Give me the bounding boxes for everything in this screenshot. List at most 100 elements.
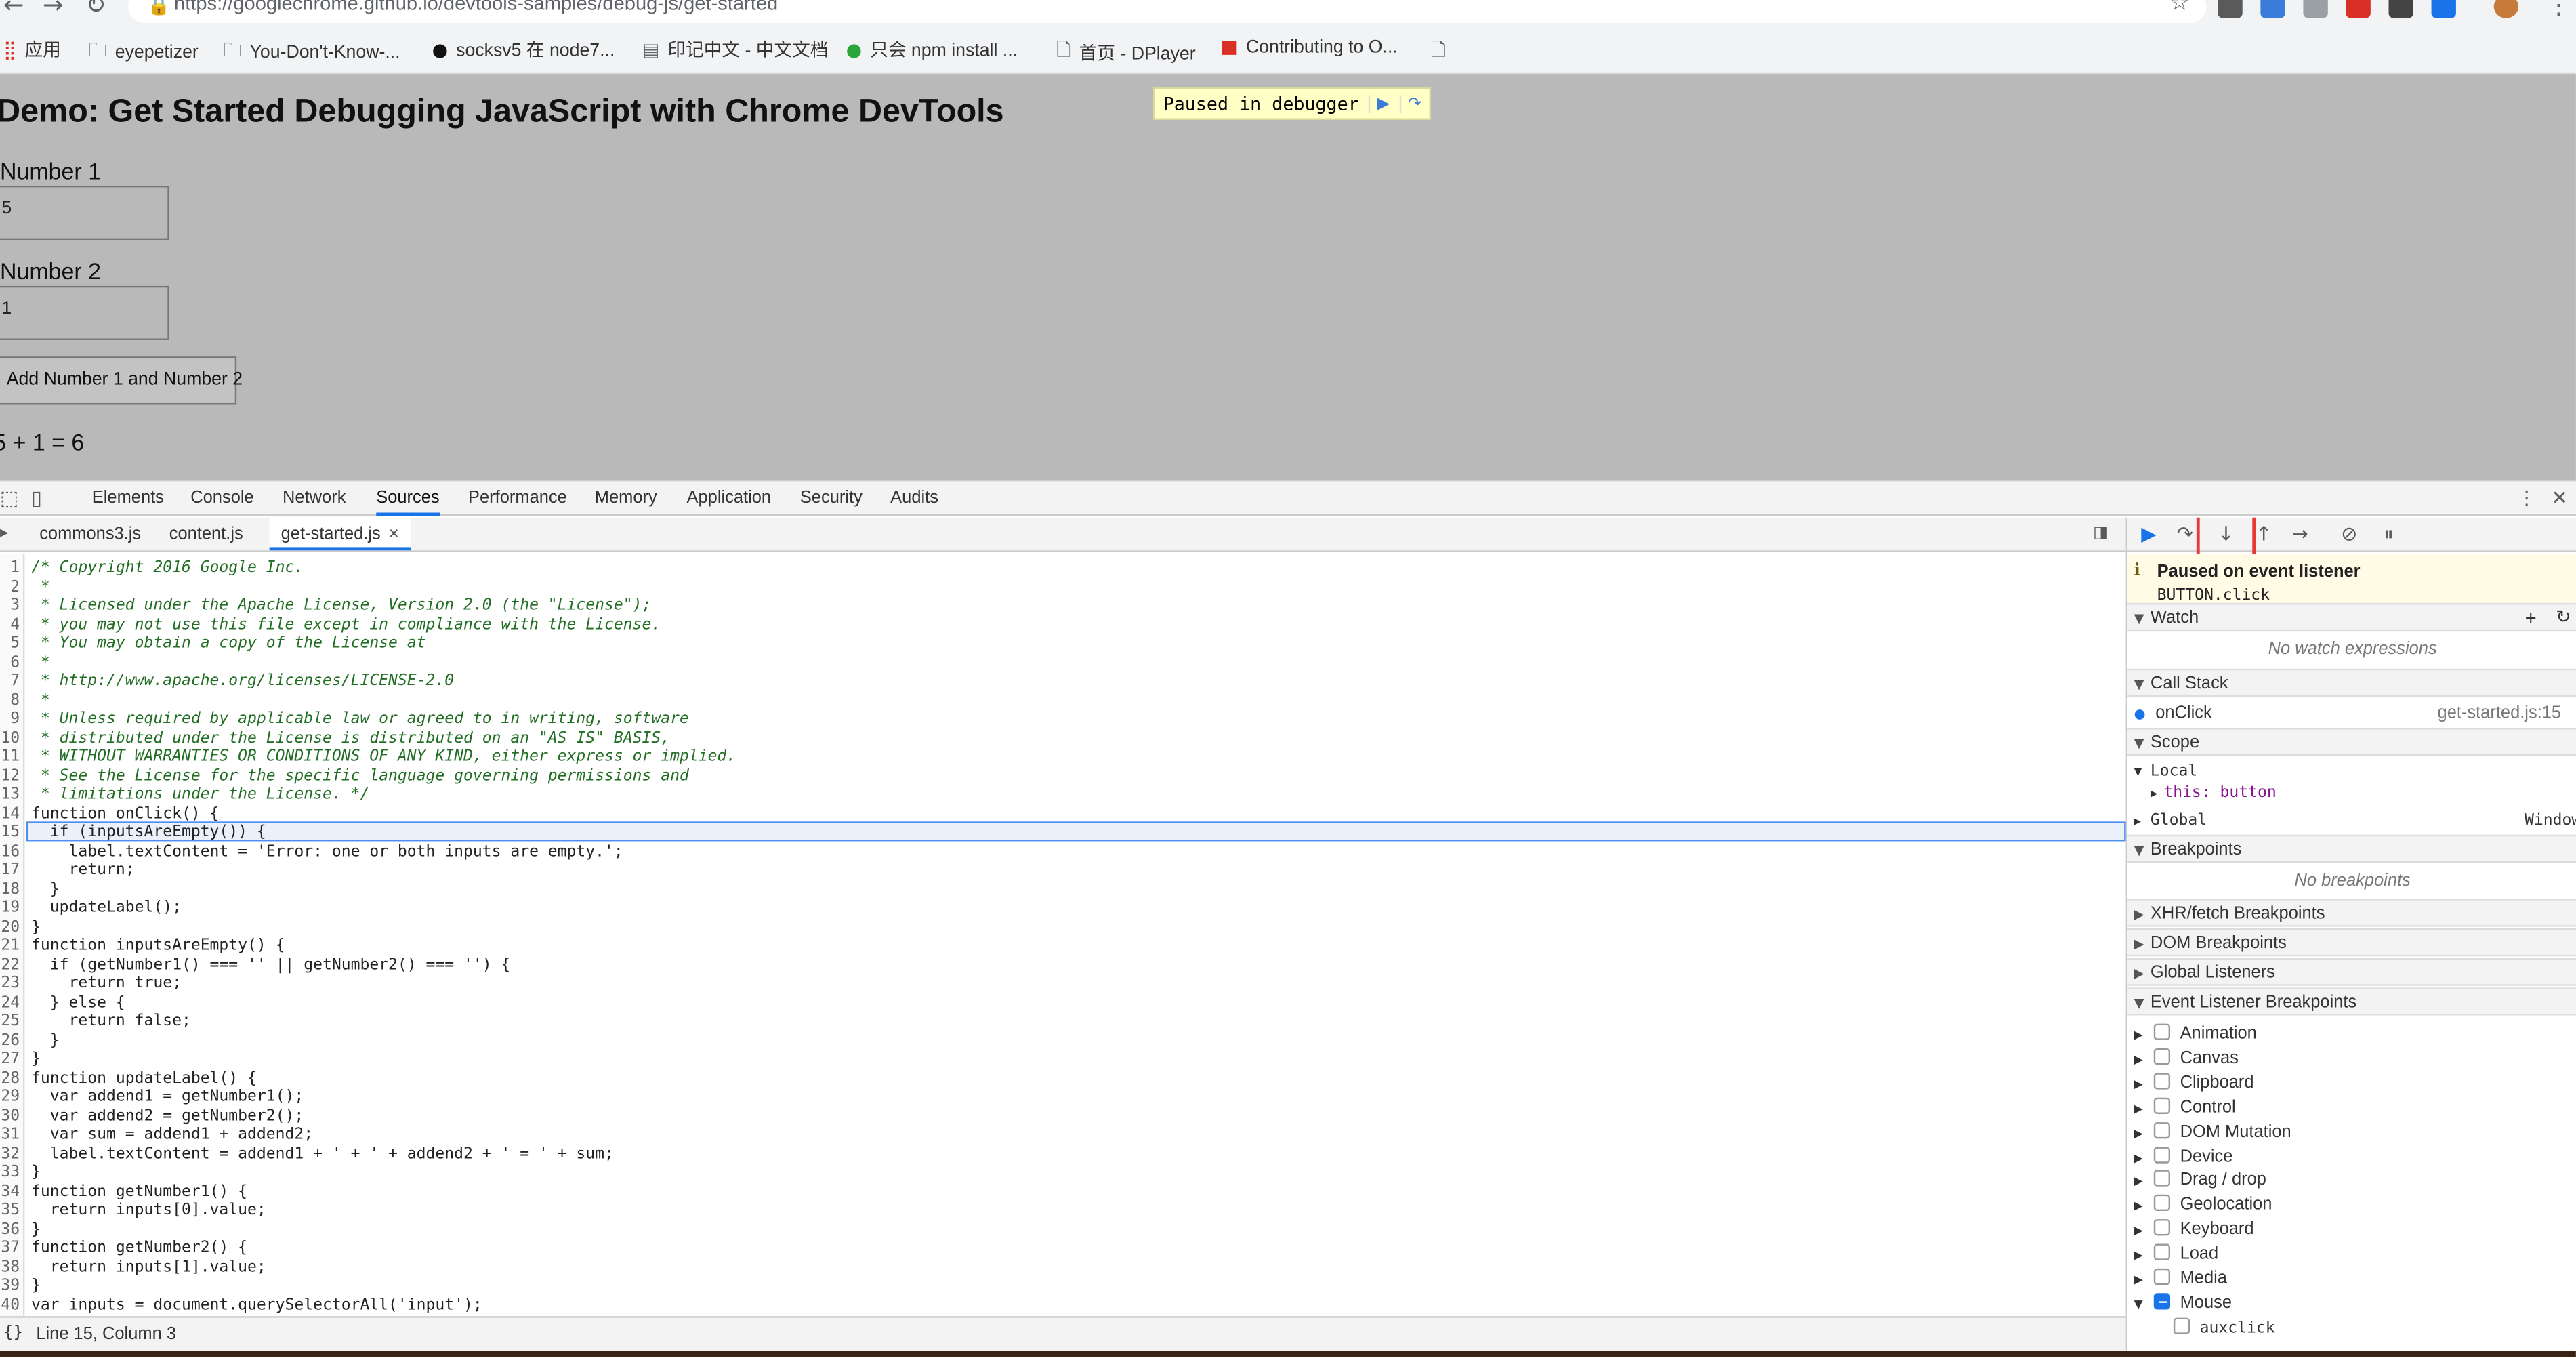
line-number[interactable]: 32 bbox=[1, 1145, 20, 1164]
event-category-item[interactable]: ▶ Control bbox=[2127, 1094, 2576, 1120]
file-tab-content[interactable]: content.js bbox=[163, 518, 249, 550]
event-category-item[interactable]: ▶ Media bbox=[2127, 1265, 2576, 1292]
extension-icon[interactable] bbox=[2260, 0, 2285, 18]
line-number[interactable]: 10 bbox=[1, 728, 20, 747]
line-number[interactable]: 1 bbox=[10, 558, 20, 577]
event-category-item[interactable]: ▶ Canvas bbox=[2127, 1045, 2576, 1071]
line-number[interactable]: 7 bbox=[10, 672, 20, 691]
checkbox[interactable] bbox=[2153, 1096, 2171, 1114]
tab-sources[interactable]: Sources bbox=[376, 481, 440, 516]
resume-icon[interactable]: ▶ bbox=[1369, 94, 1390, 113]
pause-on-exceptions-icon[interactable]: ⏸ bbox=[2374, 522, 2404, 547]
code-editor[interactable]: 1 2 3 4 5 6 7 8 9 10 11 12 13 14 15 16 17 18 19 20 21 22 23 24 2… bbox=[0, 554, 2126, 1317]
file-tab-get-started[interactable]: get-started.js × bbox=[269, 517, 411, 551]
line-number[interactable]: 4 bbox=[10, 615, 20, 634]
extension-icon[interactable] bbox=[2346, 0, 2371, 18]
devtools-menu-icon[interactable]: ⋮ bbox=[2517, 487, 2537, 510]
extension-icon[interactable] bbox=[2218, 0, 2243, 18]
event-category-item[interactable]: ▶ Keyboard bbox=[2127, 1216, 2576, 1243]
number1-input[interactable]: 5 bbox=[0, 185, 169, 241]
line-number[interactable]: 17 bbox=[1, 861, 20, 880]
line-number[interactable]: 25 bbox=[1, 1012, 20, 1031]
line-number[interactable]: 27 bbox=[1, 1050, 20, 1069]
line-gutter[interactable]: 1 2 3 4 5 6 7 8 9 10 11 12 13 14 15 16 17 18 19 20 21 22 23 24 2… bbox=[0, 554, 25, 1317]
line-number[interactable]: 29 bbox=[1, 1088, 20, 1107]
extension-icon[interactable] bbox=[2431, 0, 2456, 18]
step-icon[interactable]: → bbox=[2285, 522, 2315, 546]
checkbox[interactable] bbox=[2153, 1170, 2171, 1187]
line-number[interactable]: 14 bbox=[1, 804, 20, 823]
expand-arrow-icon[interactable]: ▼ bbox=[2134, 1292, 2154, 1318]
checkbox[interactable] bbox=[2153, 1072, 2171, 1090]
event-sub-item[interactable]: auxclick bbox=[2127, 1315, 2576, 1341]
tab-console[interactable]: Console bbox=[190, 481, 253, 516]
line-number[interactable]: 37 bbox=[1, 1239, 20, 1258]
line-number[interactable]: 23 bbox=[1, 974, 20, 993]
line-number[interactable]: 30 bbox=[1, 1107, 20, 1126]
checkbox[interactable] bbox=[2153, 1195, 2171, 1212]
close-icon[interactable]: ✕ bbox=[2552, 487, 2568, 510]
add-watch-icon[interactable]: + bbox=[2525, 604, 2537, 631]
file-tab-commons3[interactable]: commons3.js bbox=[33, 518, 147, 550]
line-number[interactable]: 6 bbox=[10, 653, 20, 672]
scope-section-header[interactable]: ▼ Scope bbox=[2127, 728, 2576, 756]
extension-icon[interactable] bbox=[2303, 0, 2328, 18]
line-number[interactable]: 3 bbox=[10, 596, 20, 615]
bookmark-folder[interactable]: 🗀 You-Don't-Know-... bbox=[224, 36, 400, 67]
breakpoints-section-header[interactable]: ▼ Breakpoints bbox=[2127, 834, 2576, 863]
line-number[interactable]: 9 bbox=[10, 709, 20, 728]
bookmark-link[interactable]: ● 只会 npm install ... bbox=[846, 36, 1018, 62]
line-number[interactable]: 36 bbox=[1, 1220, 20, 1239]
event-category-item[interactable]: ▶ Animation bbox=[2127, 1021, 2576, 1047]
line-number[interactable]: 19 bbox=[1, 899, 20, 918]
bookmark-star-icon[interactable]: ☆ bbox=[2169, 0, 2190, 16]
line-number[interactable]: 35 bbox=[1, 1201, 20, 1220]
line-number[interactable]: 22 bbox=[1, 955, 20, 974]
refresh-icon[interactable]: ↻ bbox=[2556, 604, 2571, 631]
bookmark-link[interactable]: ■ Contributing to O... bbox=[1221, 36, 1398, 58]
tab-application[interactable]: Application bbox=[687, 481, 772, 516]
dom-breakpoints-header[interactable]: ▶ DOM Breakpoints bbox=[2127, 928, 2576, 957]
bookmark-link[interactable]: ● socksv5 在 node7... bbox=[432, 36, 615, 62]
pretty-print-icon[interactable]: {} bbox=[3, 1324, 23, 1342]
line-number[interactable]: 11 bbox=[1, 747, 20, 766]
line-number[interactable]: 2 bbox=[10, 577, 20, 596]
step-over-icon[interactable]: ↷ bbox=[2170, 522, 2200, 546]
bookmark-folder[interactable]: 🗀 eyepetizer bbox=[89, 36, 199, 67]
checkbox[interactable] bbox=[2153, 1292, 2171, 1310]
frame-location[interactable]: get-started.js:15 bbox=[2438, 700, 2562, 726]
toggle-debugger-icon[interactable]: ◨ bbox=[2093, 524, 2108, 542]
line-number[interactable]: 13 bbox=[1, 785, 20, 804]
line-number[interactable]: 40 bbox=[1, 1296, 20, 1315]
device-toolbar-icon[interactable]: ▯ bbox=[31, 487, 42, 510]
checkbox[interactable] bbox=[2153, 1048, 2171, 1065]
back-icon[interactable]: ← bbox=[3, 0, 24, 20]
toggle-navigator-icon[interactable]: ▸ bbox=[0, 524, 8, 542]
step-over-icon[interactable]: ↷ bbox=[1399, 94, 1421, 113]
checkbox[interactable] bbox=[2153, 1219, 2171, 1236]
event-category-item[interactable]: ▶ Clipboard bbox=[2127, 1069, 2576, 1096]
menu-kebab-icon[interactable]: ⋮ bbox=[2546, 0, 2571, 20]
line-number[interactable]: 26 bbox=[1, 1031, 20, 1050]
line-number[interactable]: 24 bbox=[1, 993, 20, 1012]
event-category-item[interactable]: ▶ DOM Mutation bbox=[2127, 1118, 2576, 1145]
tab-network[interactable]: Network bbox=[283, 481, 346, 516]
line-number[interactable]: 31 bbox=[1, 1126, 20, 1145]
event-category-item[interactable]: ▶ Device bbox=[2127, 1143, 2576, 1169]
line-number[interactable]: 39 bbox=[1, 1277, 20, 1296]
address-bar[interactable]: 🔒 https://googlechrome.github.io/devtool… bbox=[128, 0, 2207, 23]
forward-icon[interactable]: → bbox=[43, 0, 63, 20]
line-number[interactable]: 8 bbox=[10, 691, 20, 710]
xhr-breakpoints-header[interactable]: ▶ XHR/fetch Breakpoints bbox=[2127, 899, 2576, 927]
tab-security[interactable]: Security bbox=[800, 481, 863, 516]
event-category-item[interactable]: ▼ Mouse bbox=[2127, 1290, 2576, 1316]
number2-input[interactable]: 1 bbox=[0, 285, 169, 340]
avatar[interactable] bbox=[2493, 0, 2519, 18]
checkbox[interactable] bbox=[2153, 1243, 2171, 1260]
line-number[interactable]: 16 bbox=[1, 842, 20, 861]
checkbox[interactable] bbox=[2153, 1268, 2171, 1285]
resume-icon[interactable]: ▶ bbox=[2134, 522, 2164, 546]
event-listener-breakpoints-header[interactable]: ▼ Event Listener Breakpoints bbox=[2127, 987, 2576, 1016]
line-number[interactable]: 12 bbox=[1, 766, 20, 785]
line-number[interactable]: 21 bbox=[1, 937, 20, 955]
